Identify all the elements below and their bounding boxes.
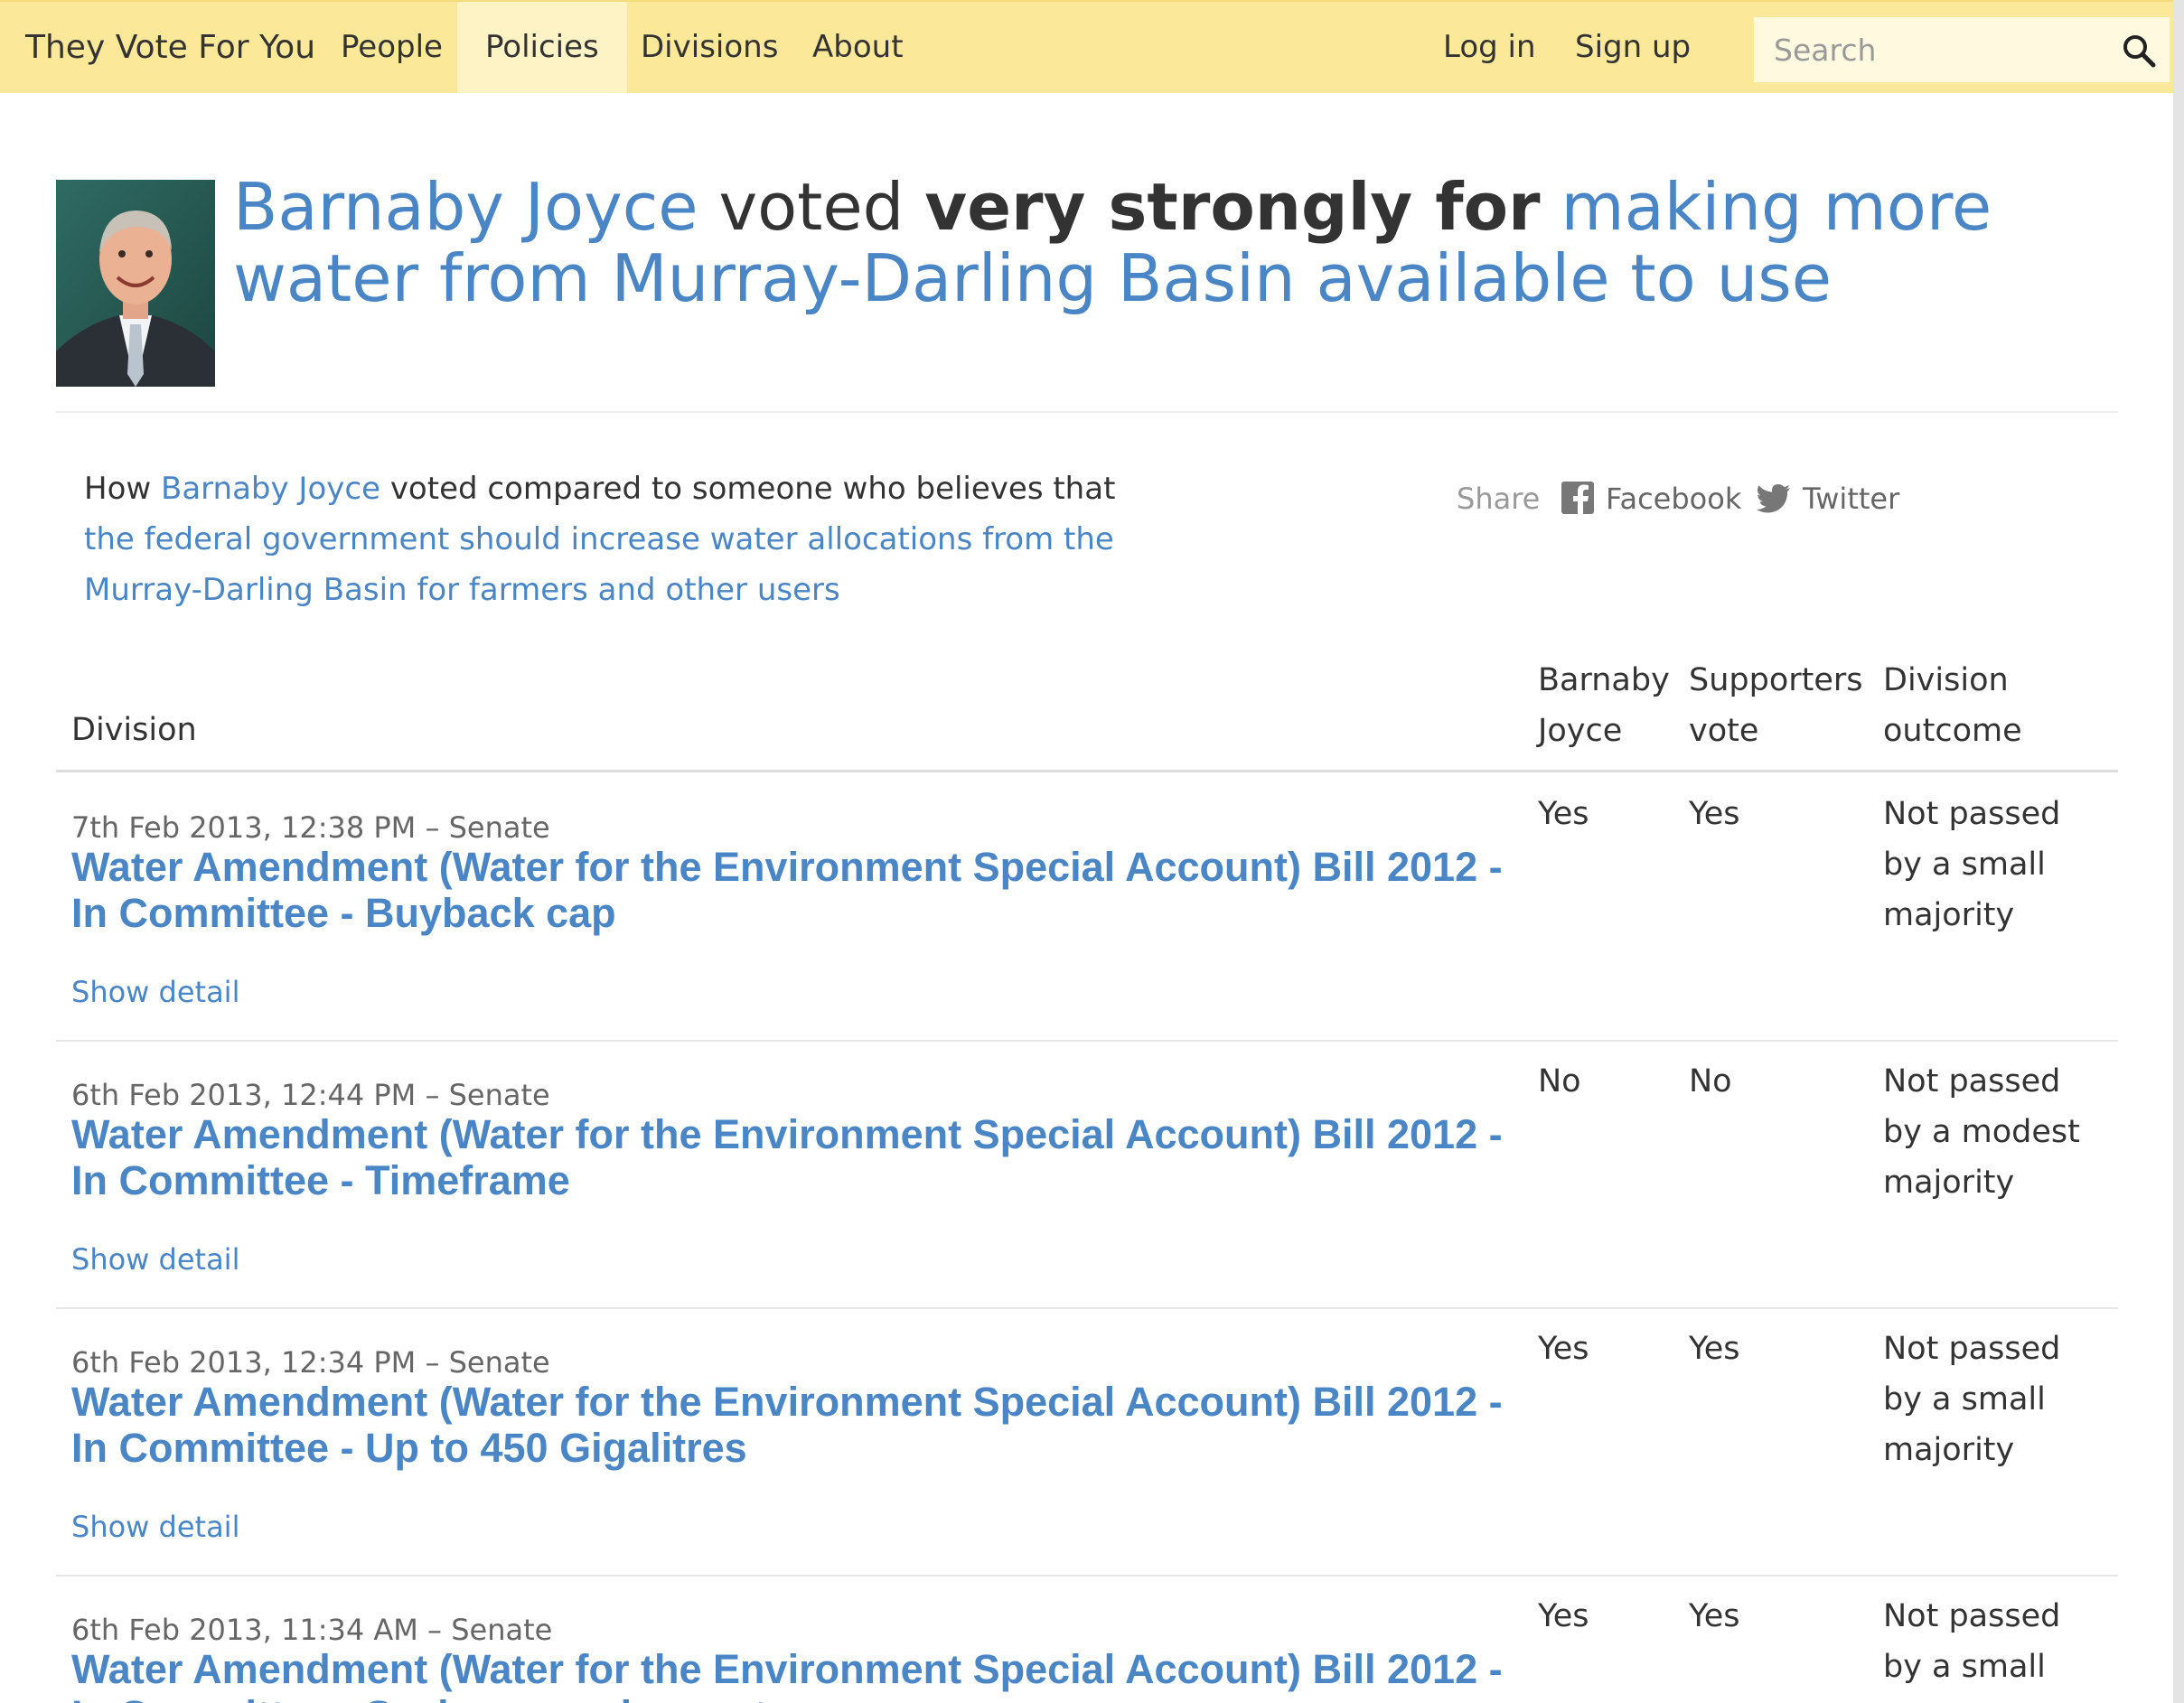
member-photo xyxy=(56,180,215,387)
division-title-link[interactable]: Water Amendment (Water for the Environme… xyxy=(71,1111,1526,1203)
supporters-vote: Yes xyxy=(1689,796,1740,832)
table-header-divider xyxy=(56,770,2118,772)
search-box xyxy=(1754,17,2170,82)
top-navigation: They Vote For You People Policies Divisi… xyxy=(0,0,2173,93)
member-vote: Yes xyxy=(1538,796,1589,832)
division-meta: 7th Feb 2013, 12:38 PM – Senate xyxy=(71,810,550,845)
division-meta: 6th Feb 2013, 12:34 PM – Senate xyxy=(71,1345,550,1380)
division-outcome: Not passed by a small majority xyxy=(1883,796,2061,933)
brand-link[interactable]: They Vote For You xyxy=(25,2,315,93)
signup-link[interactable]: Sign up xyxy=(1575,2,1691,93)
supporters-vote: No xyxy=(1689,1063,1732,1099)
column-header-outcome: Division outcome xyxy=(1883,655,2022,756)
division-title-link[interactable]: Water Amendment (Water for the Environme… xyxy=(71,1646,1526,1703)
division-meta: 6th Feb 2013, 12:44 PM – Senate xyxy=(71,1078,550,1112)
facebook-share-link[interactable]: Facebook xyxy=(1606,473,1741,524)
nav-people[interactable]: People xyxy=(341,2,443,93)
login-link[interactable]: Log in xyxy=(1443,2,1536,93)
column-header-outcome-line2: outcome xyxy=(1883,713,2022,749)
facebook-icon[interactable] xyxy=(1561,482,1594,514)
nav-about[interactable]: About xyxy=(812,2,904,93)
title-verb: voted xyxy=(718,169,905,245)
division-title-link[interactable]: Water Amendment (Water for the Environme… xyxy=(71,1379,1526,1471)
page-title: Barnaby Joyce voted very strongly for ma… xyxy=(233,172,2149,314)
division-outcome: Not passed by a small majority xyxy=(1883,1331,2061,1468)
policy-intro: How Barnaby Joyce voted compared to some… xyxy=(84,463,1168,615)
member-name-link[interactable]: Barnaby Joyce xyxy=(233,169,698,245)
show-detail-link[interactable]: Show detail xyxy=(71,1510,239,1544)
vote-strength: very strongly for xyxy=(924,169,1541,245)
intro-member-link[interactable]: Barnaby Joyce xyxy=(161,471,380,507)
column-header-division: Division xyxy=(71,712,197,748)
search-input[interactable] xyxy=(1754,17,2117,82)
supporters-vote: Yes xyxy=(1689,1331,1740,1367)
column-header-supporters-line2: vote xyxy=(1689,713,1759,749)
member-vote: Yes xyxy=(1538,1331,1589,1367)
row-divider xyxy=(56,1040,2118,1042)
twitter-share-link[interactable]: Twitter xyxy=(1803,473,1899,524)
header-divider xyxy=(56,411,2118,413)
table-row-partial: 6th Feb 2013, 11:34 AM – Senate Water Am… xyxy=(0,1576,2173,1703)
intro-prefix: How xyxy=(84,471,152,507)
column-header-member-line2: Joyce xyxy=(1538,713,1623,749)
division-meta: 6th Feb 2013, 11:34 AM – Senate xyxy=(71,1613,553,1647)
division-outcome: Not passed by a modest majority xyxy=(1883,1063,2080,1201)
policy-description-link[interactable]: the federal government should increase w… xyxy=(84,521,1114,608)
column-header-supporters-line1: Supporters xyxy=(1689,662,1863,698)
nav-divisions[interactable]: Divisions xyxy=(641,2,778,93)
twitter-icon[interactable] xyxy=(1757,482,1790,514)
row-divider xyxy=(56,1307,2118,1309)
show-detail-link[interactable]: Show detail xyxy=(71,1242,239,1277)
division-title-link[interactable]: Water Amendment (Water for the Environme… xyxy=(71,844,1526,936)
division-outcome: Not passed by a small majority xyxy=(1883,1598,2061,1703)
column-header-outcome-line1: Division xyxy=(1883,662,2009,698)
show-detail-link[interactable]: Show detail xyxy=(71,975,239,1009)
column-header-supporters: Supporters vote xyxy=(1689,655,1863,756)
intro-middle: voted compared to someone who believes t… xyxy=(389,471,1116,507)
member-vote: Yes xyxy=(1538,1598,1589,1634)
member-vote: No xyxy=(1538,1063,1581,1099)
nav-policies[interactable]: Policies xyxy=(457,2,627,93)
share-label: Share xyxy=(1457,482,1541,516)
column-header-member: Barnaby Joyce xyxy=(1538,655,1670,756)
column-header-member-line1: Barnaby xyxy=(1538,662,1670,698)
window-edge xyxy=(2173,0,2184,1703)
supporters-vote: Yes xyxy=(1689,1598,1740,1634)
